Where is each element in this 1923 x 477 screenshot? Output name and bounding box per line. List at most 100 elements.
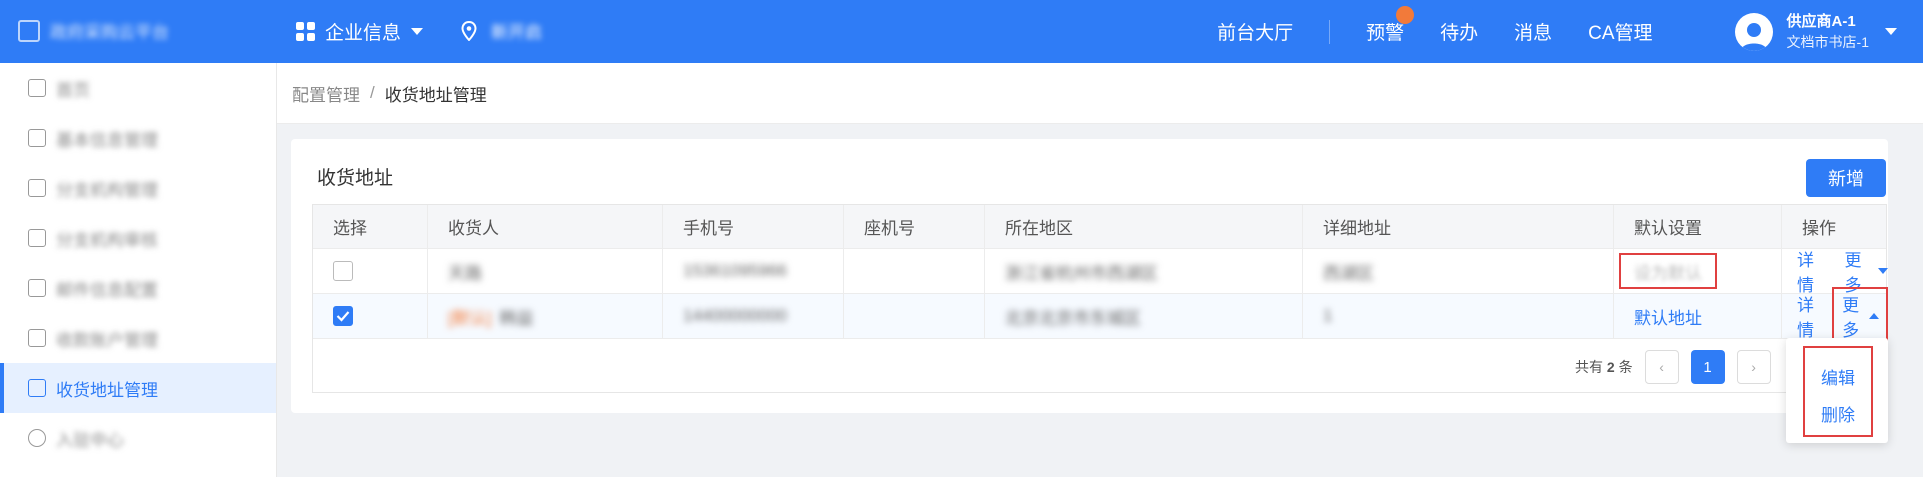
column-header: 选择: [313, 205, 428, 248]
landline-cell: [844, 249, 985, 293]
more-dropdown-menu: 编辑 删除: [1786, 338, 1888, 443]
user-info: 供应商A-1 文档市书店-1: [1787, 12, 1869, 52]
warning-badge: [1396, 6, 1415, 24]
location-selector[interactable]: 新开启: [461, 18, 542, 43]
sidebar-item-accounts[interactable]: 收款账户管理: [0, 313, 276, 363]
sidebar-item-label: 入驻中心: [56, 430, 124, 450]
receiver-name: 韩益: [499, 308, 534, 328]
sidebar: 首页 基本信息管理 分支机构管理 分支机构审核 邮件信息配置 收款账户管理 收货…: [0, 63, 277, 477]
user-menu[interactable]: 供应商A-1 文档市书店-1: [1734, 12, 1897, 52]
location-pin-icon: [461, 20, 477, 41]
review-icon: [28, 229, 46, 247]
row-checkbox[interactable]: [333, 306, 353, 326]
todo-link[interactable]: 待办: [1440, 18, 1478, 45]
sidebar-item-branch-review[interactable]: 分支机构审核: [0, 213, 276, 263]
breadcrumb-parent[interactable]: 配置管理: [292, 81, 360, 106]
address-cell: 1: [1303, 294, 1614, 338]
breadcrumb-current: 收货地址管理: [384, 85, 487, 105]
address-cell: 西湖区: [1303, 249, 1614, 293]
row-checkbox[interactable]: [333, 261, 353, 281]
phone-number: 14400000000: [683, 306, 788, 325]
select-cell: [313, 249, 428, 293]
region-cell: 北京北京市东城区: [985, 294, 1303, 338]
sidebar-item-label: 分支机构管理: [56, 180, 158, 200]
user-org: 文档市书店-1: [1786, 33, 1869, 50]
app-logo[interactable]: 政府采购云平台: [18, 18, 169, 43]
mail-icon: [28, 279, 46, 297]
sidebar-item-branch[interactable]: 分支机构管理: [0, 163, 276, 213]
next-page-button[interactable]: ›: [1736, 350, 1771, 384]
phone-number: 15361095966: [683, 261, 788, 280]
delete-menu-item[interactable]: 删除: [1805, 401, 1871, 426]
total-number: 2: [1606, 359, 1615, 375]
pagination: 共有 2 条 ‹ 1 ›: [1575, 350, 1771, 384]
add-address-button[interactable]: 新增: [1806, 159, 1886, 197]
total-prefix: 共有: [1575, 359, 1603, 375]
receiver-cell: [默认] 韩益: [428, 294, 663, 338]
receiver-cell: 天路: [428, 249, 663, 293]
divider: [1329, 19, 1331, 44]
column-header: 座机号: [844, 205, 985, 248]
detail-link[interactable]: 详情: [1797, 246, 1827, 296]
total-count: 共有 2 条: [1575, 357, 1633, 377]
detail-link[interactable]: 详情: [1797, 291, 1822, 341]
check-icon: [336, 311, 350, 322]
front-hall-link[interactable]: 前台大厅: [1217, 18, 1293, 45]
column-header: 所在地区: [985, 205, 1303, 248]
phone-cell: 15361095966: [663, 249, 844, 293]
info-icon: [28, 129, 46, 147]
column-header: 操作: [1802, 219, 1836, 238]
top-links: 前台大厅 预警 待办 消息 CA管理 供应商A-1 文档市书店-1: [1217, 0, 1923, 63]
default-cell: 默认地址: [1614, 294, 1782, 338]
user-name: 供应商A-1: [1786, 12, 1856, 30]
breadcrumb: 配置管理 / 收货地址管理: [277, 63, 1923, 124]
chevron-down-icon: [1878, 268, 1888, 274]
sidebar-item-address[interactable]: 收货地址管理: [0, 363, 276, 413]
more-dropdown-open[interactable]: 更多: [1832, 287, 1888, 345]
sidebar-item-label: 收货地址管理: [56, 380, 158, 400]
address-text: 西湖区: [1323, 263, 1374, 283]
home-icon: [28, 79, 46, 97]
warning-link[interactable]: 预警: [1366, 6, 1415, 45]
user-icon: [1740, 22, 1767, 51]
region-text: 浙江省杭州市西湖区: [1005, 263, 1158, 283]
address-icon: [28, 379, 46, 397]
select-cell: [313, 294, 428, 338]
sidebar-item-entry-center[interactable]: 入驻中心: [0, 413, 276, 463]
account-icon: [28, 329, 46, 347]
chevron-up-icon: [1869, 313, 1879, 319]
chevron-down-icon: [1885, 28, 1897, 35]
enterprise-info-menu[interactable]: 企业信息: [296, 18, 424, 45]
total-suffix: 条: [1618, 359, 1633, 375]
landline-cell: [844, 294, 985, 338]
set-default-button[interactable]: 设为默认: [1619, 253, 1717, 289]
enterprise-info-label: 企业信息: [325, 23, 402, 44]
branch-icon: [28, 179, 46, 197]
ca-manage-link[interactable]: CA管理: [1588, 18, 1652, 45]
sidebar-item-label: 分支机构审核: [56, 230, 158, 250]
app-name: 政府采购云平台: [50, 23, 169, 42]
column-header: 默认设置: [1614, 205, 1782, 248]
region-text: 北京北京市东城区: [1005, 308, 1141, 328]
edit-menu-item[interactable]: 编辑: [1805, 364, 1871, 389]
action-cell: 详情 更多: [1782, 287, 1888, 345]
grid-icon: [296, 22, 315, 41]
column-header: 手机号: [663, 205, 844, 248]
sidebar-item-home[interactable]: 首页: [0, 63, 276, 113]
address-text: 1: [1323, 306, 1333, 325]
column-header: 收货人: [428, 205, 663, 248]
top-navbar: 政府采购云平台 企业信息 新开启 前台大厅 预警 待办 消息 CA管理 供应商A…: [0, 0, 1923, 63]
sidebar-item-mail-config[interactable]: 邮件信息配置: [0, 263, 276, 313]
phone-cell: 14400000000: [663, 294, 844, 338]
sidebar-item-label: 收款账户管理: [56, 330, 158, 350]
prev-page-button[interactable]: ‹: [1644, 350, 1679, 384]
page-1-button[interactable]: 1: [1690, 350, 1725, 384]
default-tag: [默认]: [448, 308, 492, 328]
warning-label: 预警: [1366, 23, 1405, 44]
logo-icon: [18, 19, 40, 42]
sidebar-item-basic-info[interactable]: 基本信息管理: [0, 113, 276, 163]
table-header: 选择 收货人 手机号 座机号 所在地区 详细地址 默认设置 操作: [313, 205, 1886, 249]
dropdown-highlight: 编辑 删除: [1803, 346, 1873, 437]
location-text: 新开启: [491, 23, 542, 42]
message-link[interactable]: 消息: [1514, 18, 1552, 45]
